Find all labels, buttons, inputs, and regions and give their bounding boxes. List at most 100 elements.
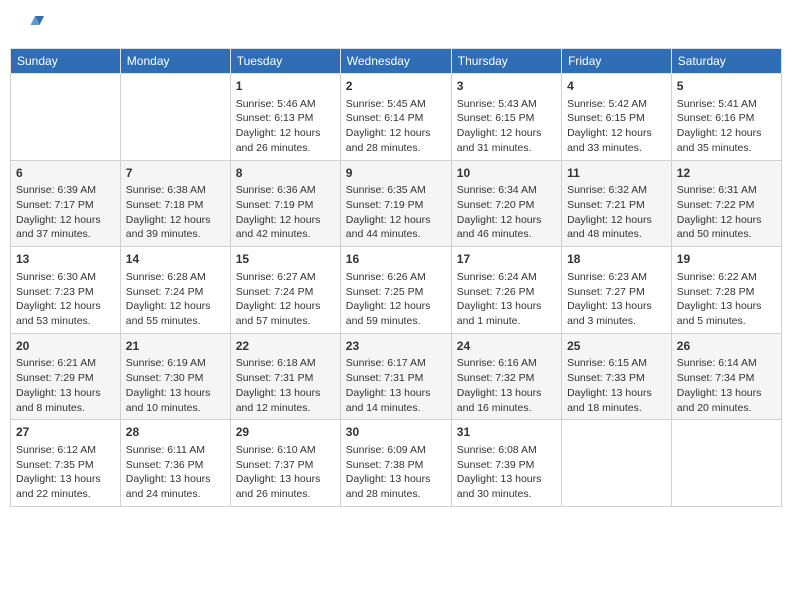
calendar-cell: 2Sunrise: 5:45 AM Sunset: 6:14 PM Daylig…: [340, 74, 451, 161]
day-info: Sunrise: 6:14 AM Sunset: 7:34 PM Dayligh…: [677, 356, 776, 415]
day-number: 18: [567, 251, 666, 268]
day-info: Sunrise: 6:24 AM Sunset: 7:26 PM Dayligh…: [457, 270, 556, 329]
day-number: 31: [457, 424, 556, 441]
day-info: Sunrise: 6:15 AM Sunset: 7:33 PM Dayligh…: [567, 356, 666, 415]
day-number: 23: [346, 338, 446, 355]
calendar-cell: 3Sunrise: 5:43 AM Sunset: 6:15 PM Daylig…: [451, 74, 561, 161]
day-info: Sunrise: 6:27 AM Sunset: 7:24 PM Dayligh…: [236, 270, 335, 329]
day-number: 28: [126, 424, 225, 441]
calendar-cell: 21Sunrise: 6:19 AM Sunset: 7:30 PM Dayli…: [120, 333, 230, 420]
day-info: Sunrise: 6:39 AM Sunset: 7:17 PM Dayligh…: [16, 183, 115, 242]
calendar-cell: 8Sunrise: 6:36 AM Sunset: 7:19 PM Daylig…: [230, 160, 340, 247]
day-info: Sunrise: 6:19 AM Sunset: 7:30 PM Dayligh…: [126, 356, 225, 415]
day-header-sunday: Sunday: [11, 49, 121, 74]
calendar-cell: 1Sunrise: 5:46 AM Sunset: 6:13 PM Daylig…: [230, 74, 340, 161]
calendar-cell: 13 Sunrise: 6:30 AM Sunset: 7:23 PM Dayli…: [11, 247, 121, 334]
calendar-cell: 31 Sunrise: 6:08 AM Sunset: 7:39 PM Dayli…: [451, 420, 561, 507]
calendar-header-row: SundayMondayTuesdayWednesdayThursdayFrid…: [11, 49, 782, 74]
day-number: 25: [567, 338, 666, 355]
day-number: 30: [346, 424, 446, 441]
week-row-4: 20Sunrise: 6:21 AM Sunset: 7:29 PM Dayli…: [11, 333, 782, 420]
calendar-cell: 29 Sunrise: 6:10 AM Sunset: 7:37 PM Dayli…: [230, 420, 340, 507]
calendar-cell: 4 Sunrise: 5:42 AM Sunset: 6:15 PM Daylig…: [562, 74, 672, 161]
calendar-cell: 23Sunrise: 6:17 AM Sunset: 7:31 PM Dayli…: [340, 333, 451, 420]
day-number: 13: [16, 251, 115, 268]
calendar-cell: 19Sunrise: 6:22 AM Sunset: 7:28 PM Dayli…: [671, 247, 781, 334]
day-number: 19: [677, 251, 776, 268]
day-info: Sunrise: 6:30 AM Sunset: 7:23 PM Dayligh…: [16, 270, 115, 329]
day-number: 20: [16, 338, 115, 355]
day-header-thursday: Thursday: [451, 49, 561, 74]
day-number: 22: [236, 338, 335, 355]
day-number: 24: [457, 338, 556, 355]
day-info: Sunrise: 6:10 AM Sunset: 7:37 PM Dayligh…: [236, 443, 335, 502]
day-info: Sunrise: 6:38 AM Sunset: 7:18 PM Dayligh…: [126, 183, 225, 242]
day-info: Sunrise: 6:34 AM Sunset: 7:20 PM Dayligh…: [457, 183, 556, 242]
day-number: 9: [346, 165, 446, 182]
day-info: Sunrise: 6:18 AM Sunset: 7:31 PM Dayligh…: [236, 356, 335, 415]
day-header-monday: Monday: [120, 49, 230, 74]
calendar-cell: 25Sunrise: 6:15 AM Sunset: 7:33 PM Dayli…: [562, 333, 672, 420]
day-number: 5: [677, 78, 776, 95]
day-info: Sunrise: 6:17 AM Sunset: 7:31 PM Dayligh…: [346, 356, 446, 415]
day-info: Sunrise: 6:31 AM Sunset: 7:22 PM Dayligh…: [677, 183, 776, 242]
calendar-cell: 15 Sunrise: 6:27 AM Sunset: 7:24 PM Dayli…: [230, 247, 340, 334]
day-number: 15: [236, 251, 335, 268]
calendar-cell: [671, 420, 781, 507]
day-number: 27: [16, 424, 115, 441]
logo-icon: [14, 10, 44, 40]
calendar-cell: 6Sunrise: 6:39 AM Sunset: 7:17 PM Daylig…: [11, 160, 121, 247]
logo: [14, 10, 48, 40]
day-info: Sunrise: 6:23 AM Sunset: 7:27 PM Dayligh…: [567, 270, 666, 329]
calendar-cell: 11Sunrise: 6:32 AM Sunset: 7:21 PM Dayli…: [562, 160, 672, 247]
calendar-cell: 16 Sunrise: 6:26 AM Sunset: 7:25 PM Dayli…: [340, 247, 451, 334]
header: [10, 10, 782, 40]
day-header-wednesday: Wednesday: [340, 49, 451, 74]
day-info: Sunrise: 5:45 AM Sunset: 6:14 PM Dayligh…: [346, 97, 446, 156]
day-info: Sunrise: 6:26 AM Sunset: 7:25 PM Dayligh…: [346, 270, 446, 329]
day-number: 11: [567, 165, 666, 182]
day-info: Sunrise: 6:11 AM Sunset: 7:36 PM Dayligh…: [126, 443, 225, 502]
calendar-cell: 20Sunrise: 6:21 AM Sunset: 7:29 PM Dayli…: [11, 333, 121, 420]
day-info: Sunrise: 6:28 AM Sunset: 7:24 PM Dayligh…: [126, 270, 225, 329]
day-number: 16: [346, 251, 446, 268]
day-info: Sunrise: 6:16 AM Sunset: 7:32 PM Dayligh…: [457, 356, 556, 415]
day-info: Sunrise: 6:08 AM Sunset: 7:39 PM Dayligh…: [457, 443, 556, 502]
day-info: Sunrise: 5:43 AM Sunset: 6:15 PM Dayligh…: [457, 97, 556, 156]
day-number: 12: [677, 165, 776, 182]
calendar-cell: 14 Sunrise: 6:28 AM Sunset: 7:24 PM Dayli…: [120, 247, 230, 334]
day-info: Sunrise: 6:21 AM Sunset: 7:29 PM Dayligh…: [16, 356, 115, 415]
calendar-cell: 17 Sunrise: 6:24 AM Sunset: 7:26 PM Dayli…: [451, 247, 561, 334]
day-number: 29: [236, 424, 335, 441]
calendar-cell: 26Sunrise: 6:14 AM Sunset: 7:34 PM Dayli…: [671, 333, 781, 420]
calendar-cell: 30 Sunrise: 6:09 AM Sunset: 7:38 PM Dayli…: [340, 420, 451, 507]
day-number: 17: [457, 251, 556, 268]
day-number: 4: [567, 78, 666, 95]
calendar-cell: 22Sunrise: 6:18 AM Sunset: 7:31 PM Dayli…: [230, 333, 340, 420]
day-number: 26: [677, 338, 776, 355]
day-info: Sunrise: 5:46 AM Sunset: 6:13 PM Dayligh…: [236, 97, 335, 156]
day-number: 6: [16, 165, 115, 182]
calendar-cell: [120, 74, 230, 161]
day-info: Sunrise: 6:09 AM Sunset: 7:38 PM Dayligh…: [346, 443, 446, 502]
calendar-cell: 9Sunrise: 6:35 AM Sunset: 7:19 PM Daylig…: [340, 160, 451, 247]
week-row-3: 13 Sunrise: 6:30 AM Sunset: 7:23 PM Dayli…: [11, 247, 782, 334]
day-number: 21: [126, 338, 225, 355]
week-row-5: 27 Sunrise: 6:12 AM Sunset: 7:35 PM Dayli…: [11, 420, 782, 507]
day-info: Sunrise: 6:12 AM Sunset: 7:35 PM Dayligh…: [16, 443, 115, 502]
calendar-cell: 5Sunrise: 5:41 AM Sunset: 6:16 PM Daylig…: [671, 74, 781, 161]
calendar-cell: 10Sunrise: 6:34 AM Sunset: 7:20 PM Dayli…: [451, 160, 561, 247]
calendar-cell: 7Sunrise: 6:38 AM Sunset: 7:18 PM Daylig…: [120, 160, 230, 247]
day-info: Sunrise: 6:32 AM Sunset: 7:21 PM Dayligh…: [567, 183, 666, 242]
calendar: SundayMondayTuesdayWednesdayThursdayFrid…: [10, 48, 782, 507]
calendar-cell: 28 Sunrise: 6:11 AM Sunset: 7:36 PM Dayli…: [120, 420, 230, 507]
calendar-cell: 27 Sunrise: 6:12 AM Sunset: 7:35 PM Dayli…: [11, 420, 121, 507]
day-info: Sunrise: 5:42 AM Sunset: 6:15 PM Dayligh…: [567, 97, 666, 156]
day-number: 14: [126, 251, 225, 268]
calendar-cell: [562, 420, 672, 507]
day-number: 7: [126, 165, 225, 182]
day-header-tuesday: Tuesday: [230, 49, 340, 74]
day-info: Sunrise: 6:35 AM Sunset: 7:19 PM Dayligh…: [346, 183, 446, 242]
day-header-friday: Friday: [562, 49, 672, 74]
calendar-cell: 18 Sunrise: 6:23 AM Sunset: 7:27 PM Dayli…: [562, 247, 672, 334]
